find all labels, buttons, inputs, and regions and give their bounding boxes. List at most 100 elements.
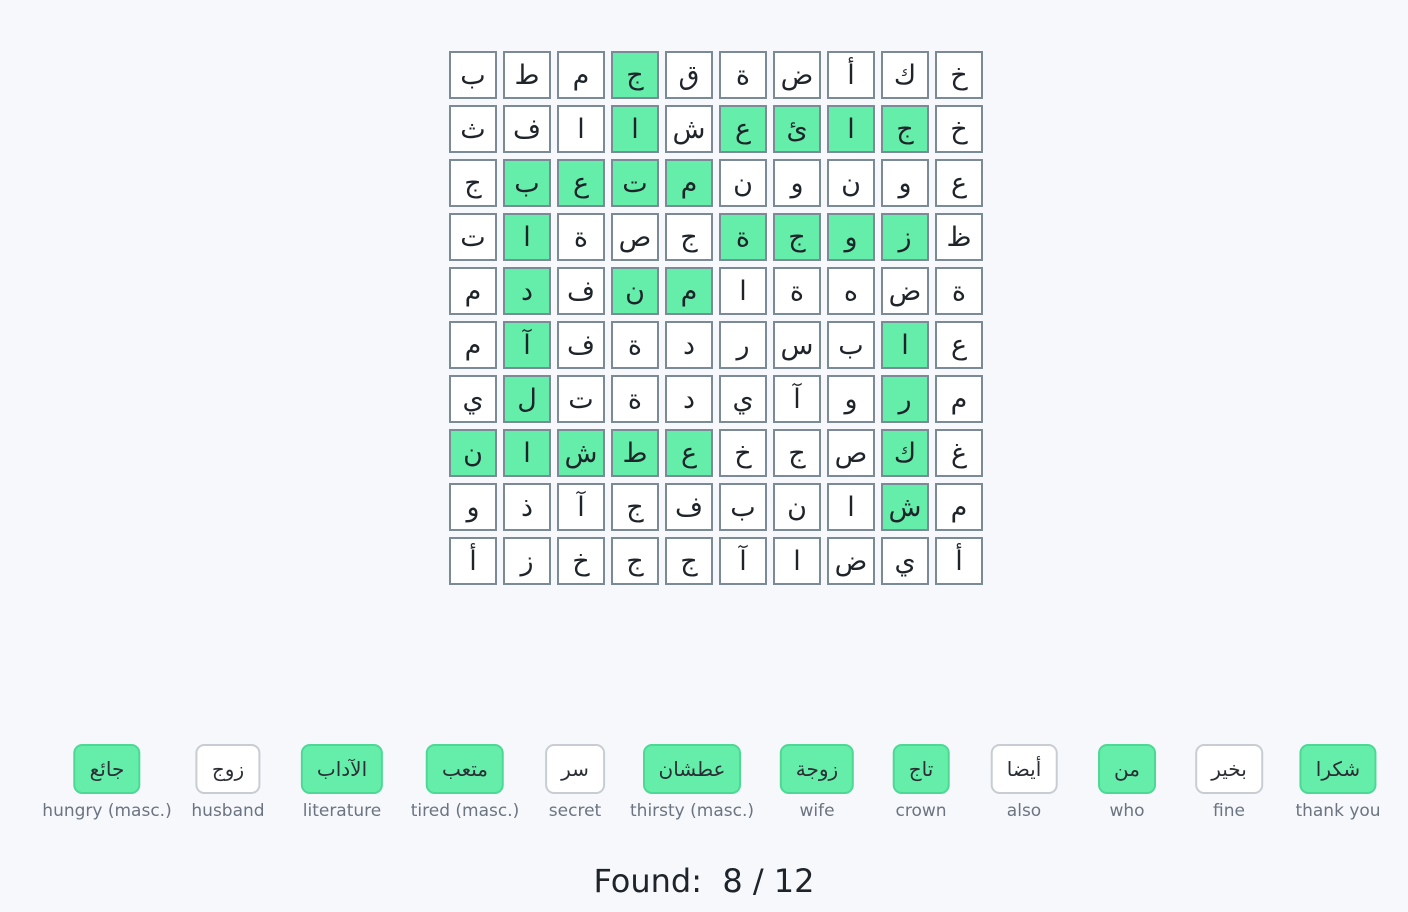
grid-cell[interactable]: ف bbox=[665, 483, 713, 531]
grid-cell[interactable]: ع bbox=[935, 321, 983, 369]
grid-cell[interactable]: ة bbox=[935, 267, 983, 315]
grid-cell[interactable]: خ bbox=[719, 429, 767, 477]
grid-cell[interactable]: ا bbox=[503, 429, 551, 477]
grid-cell[interactable]: ج bbox=[773, 429, 821, 477]
grid-cell[interactable]: آ bbox=[557, 483, 605, 531]
word-chip[interactable]: أيضا bbox=[990, 744, 1058, 794]
grid-cell[interactable]: ن bbox=[773, 483, 821, 531]
grid-cell[interactable]: آ bbox=[773, 375, 821, 423]
grid-cell[interactable]: ط bbox=[503, 51, 551, 99]
word-chip[interactable]: عطشان bbox=[642, 744, 742, 794]
grid-cell[interactable]: ع bbox=[557, 159, 605, 207]
grid-cell[interactable]: ج bbox=[611, 51, 659, 99]
grid-cell[interactable]: ة bbox=[611, 375, 659, 423]
grid-cell[interactable]: ع bbox=[719, 105, 767, 153]
grid-cell[interactable]: ذ bbox=[503, 483, 551, 531]
grid-cell[interactable]: ت bbox=[557, 375, 605, 423]
grid-cell[interactable]: ا bbox=[773, 537, 821, 585]
grid-cell[interactable]: ة bbox=[557, 213, 605, 261]
grid-cell[interactable]: و bbox=[449, 483, 497, 531]
grid-cell[interactable]: آ bbox=[719, 537, 767, 585]
grid-cell[interactable]: خ bbox=[557, 537, 605, 585]
word-chip[interactable]: زوجة bbox=[779, 744, 855, 794]
grid-cell[interactable]: ب bbox=[449, 51, 497, 99]
grid-cell[interactable]: د bbox=[665, 375, 713, 423]
grid-cell[interactable]: ا bbox=[557, 105, 605, 153]
grid-cell[interactable]: و bbox=[827, 375, 875, 423]
grid-cell[interactable]: غ bbox=[935, 429, 983, 477]
word-chip[interactable]: جائع bbox=[73, 744, 141, 794]
grid-cell[interactable]: ت bbox=[611, 159, 659, 207]
grid-cell[interactable]: خ bbox=[935, 105, 983, 153]
grid-cell[interactable]: خ bbox=[935, 51, 983, 99]
grid-cell[interactable]: و bbox=[773, 159, 821, 207]
grid-cell[interactable]: ة bbox=[773, 267, 821, 315]
grid-cell[interactable]: ة bbox=[719, 213, 767, 261]
grid-cell[interactable]: ن bbox=[611, 267, 659, 315]
grid-cell[interactable]: ض bbox=[827, 537, 875, 585]
grid-cell[interactable]: ه bbox=[827, 267, 875, 315]
grid-cell[interactable]: ف bbox=[503, 105, 551, 153]
grid-cell[interactable]: ق bbox=[665, 51, 713, 99]
grid-cell[interactable]: ع bbox=[935, 159, 983, 207]
grid-cell[interactable]: م bbox=[665, 267, 713, 315]
grid-cell[interactable]: ع bbox=[665, 429, 713, 477]
grid-cell[interactable]: ف bbox=[557, 267, 605, 315]
grid-cell[interactable]: ئ bbox=[773, 105, 821, 153]
grid-cell[interactable]: ش bbox=[557, 429, 605, 477]
word-chip[interactable]: بخير bbox=[1195, 744, 1263, 794]
grid-cell[interactable]: ش bbox=[881, 483, 929, 531]
grid-cell[interactable]: م bbox=[449, 321, 497, 369]
grid-cell[interactable]: ا bbox=[611, 105, 659, 153]
grid-cell[interactable]: ن bbox=[449, 429, 497, 477]
word-chip[interactable]: زوج bbox=[195, 744, 261, 794]
grid-cell[interactable]: ج bbox=[881, 105, 929, 153]
grid-cell[interactable]: م bbox=[557, 51, 605, 99]
word-chip[interactable]: سر bbox=[545, 744, 605, 794]
grid-cell[interactable]: ب bbox=[719, 483, 767, 531]
grid-cell[interactable]: ن bbox=[719, 159, 767, 207]
grid-cell[interactable]: ث bbox=[449, 105, 497, 153]
grid-cell[interactable]: د bbox=[503, 267, 551, 315]
grid-cell[interactable]: ة bbox=[719, 51, 767, 99]
grid-cell[interactable]: و bbox=[827, 213, 875, 261]
grid-cell[interactable]: ل bbox=[503, 375, 551, 423]
grid-cell[interactable]: ن bbox=[827, 159, 875, 207]
grid-cell[interactable]: ز bbox=[881, 213, 929, 261]
grid-cell[interactable]: ة bbox=[611, 321, 659, 369]
word-chip[interactable]: شكرا bbox=[1299, 744, 1377, 794]
grid-cell[interactable]: م bbox=[665, 159, 713, 207]
grid-cell[interactable]: ا bbox=[503, 213, 551, 261]
grid-cell[interactable]: د bbox=[665, 321, 713, 369]
grid-cell[interactable]: ي bbox=[881, 537, 929, 585]
grid-cell[interactable]: ج bbox=[665, 213, 713, 261]
grid-cell[interactable]: و bbox=[881, 159, 929, 207]
grid-cell[interactable]: أ bbox=[449, 537, 497, 585]
grid-cell[interactable]: ج bbox=[449, 159, 497, 207]
word-chip[interactable]: الآداب bbox=[300, 744, 384, 794]
grid-cell[interactable]: ج bbox=[773, 213, 821, 261]
grid-cell[interactable]: ا bbox=[719, 267, 767, 315]
grid-cell[interactable]: ي bbox=[719, 375, 767, 423]
word-chip[interactable]: من bbox=[1098, 744, 1156, 794]
grid-cell[interactable]: م bbox=[449, 267, 497, 315]
grid-cell[interactable]: ب bbox=[503, 159, 551, 207]
grid-cell[interactable]: ص bbox=[827, 429, 875, 477]
grid-cell[interactable]: ب bbox=[827, 321, 875, 369]
grid-cell[interactable]: م bbox=[935, 483, 983, 531]
grid-cell[interactable]: ض bbox=[881, 267, 929, 315]
grid-cell[interactable]: ض bbox=[773, 51, 821, 99]
grid-cell[interactable]: ش bbox=[665, 105, 713, 153]
grid-cell[interactable]: ا bbox=[827, 483, 875, 531]
grid-cell[interactable]: ا bbox=[827, 105, 875, 153]
grid-cell[interactable]: ز bbox=[503, 537, 551, 585]
grid-cell[interactable]: س bbox=[773, 321, 821, 369]
grid-cell[interactable]: ص bbox=[611, 213, 659, 261]
grid-cell[interactable]: آ bbox=[503, 321, 551, 369]
grid-cell[interactable]: ك bbox=[881, 429, 929, 477]
grid-cell[interactable]: م bbox=[935, 375, 983, 423]
grid-cell[interactable]: ط bbox=[611, 429, 659, 477]
grid-cell[interactable]: ظ bbox=[935, 213, 983, 261]
grid-cell[interactable]: ت bbox=[449, 213, 497, 261]
grid-cell[interactable]: ر bbox=[881, 375, 929, 423]
